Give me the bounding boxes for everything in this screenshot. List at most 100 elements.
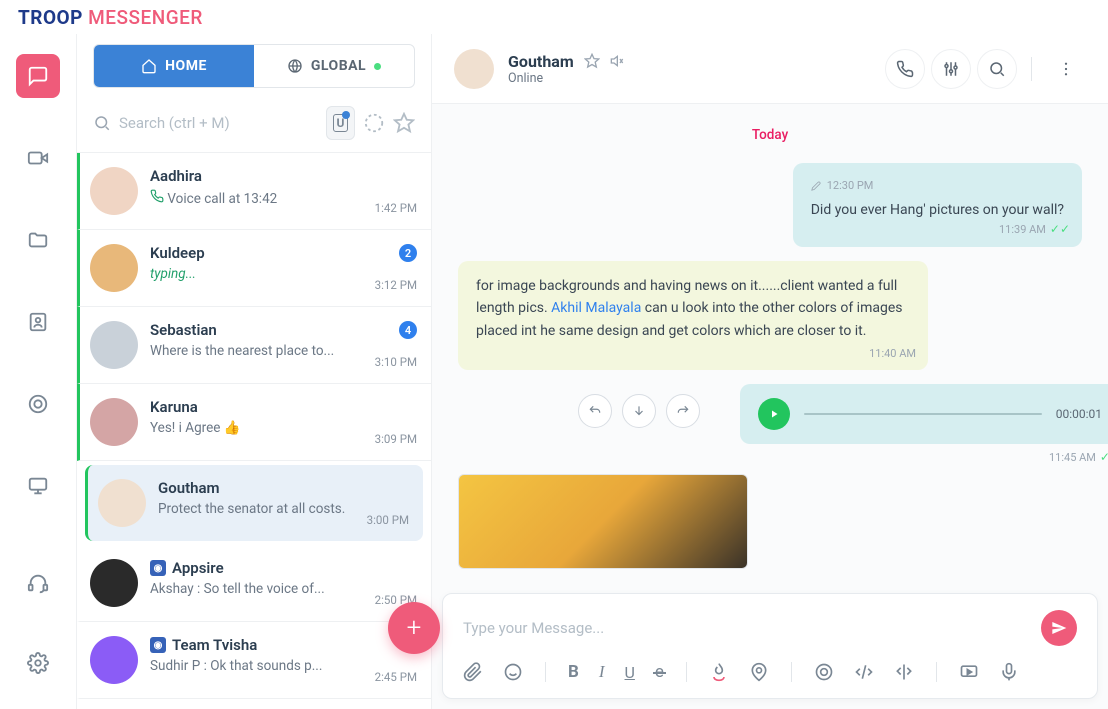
message-composer: B I U e xyxy=(442,593,1098,699)
edit-icon xyxy=(811,181,821,191)
forward-button[interactable] xyxy=(666,394,700,428)
online-dot-icon xyxy=(374,63,381,70)
date-separator: Today xyxy=(458,124,1082,143)
rail-contacts-icon[interactable] xyxy=(16,300,60,344)
underline-icon[interactable]: U xyxy=(625,663,635,682)
avatar xyxy=(90,167,138,215)
rail-chat-icon[interactable] xyxy=(16,54,60,98)
separator xyxy=(791,662,792,682)
more-button[interactable] xyxy=(1046,49,1086,89)
italic-icon[interactable]: I xyxy=(599,662,605,682)
avatar xyxy=(90,244,138,292)
conversation-header: Goutham Online xyxy=(432,34,1108,104)
star-filter-icon[interactable] xyxy=(393,112,415,134)
chat-name: Aadhira xyxy=(150,167,417,185)
scroll-down-button[interactable] xyxy=(622,394,656,428)
chat-sidebar: HOME GLOBAL U xyxy=(77,34,432,709)
unread-badge: 4 xyxy=(399,321,417,339)
avatar xyxy=(90,559,138,607)
notification-dot-icon xyxy=(342,111,350,119)
unread-filter-button[interactable]: U xyxy=(326,106,355,140)
chat-name: ◉Appsire xyxy=(150,559,417,577)
message-time: 11:39 AM xyxy=(999,221,1046,239)
message-input[interactable] xyxy=(463,619,1029,637)
play-button[interactable] xyxy=(758,398,790,430)
composer-toolbar: B I U e xyxy=(463,662,1077,682)
mute-icon[interactable] xyxy=(610,53,626,69)
chat-time: 3:12 PM xyxy=(375,278,417,292)
image-attachment[interactable] xyxy=(458,474,748,569)
tab-global-label: GLOBAL xyxy=(311,58,366,74)
rail-folder-icon[interactable] xyxy=(16,218,60,262)
chat-time: 3:00 PM xyxy=(367,513,409,527)
chat-name: Goutham xyxy=(158,479,409,497)
search-chat-button[interactable] xyxy=(977,49,1017,89)
strike-icon[interactable]: e xyxy=(655,662,664,682)
message-nav-arrows xyxy=(578,394,700,428)
unread-badge: 2 xyxy=(399,244,417,262)
message-sent[interactable]: 12:30 PM Did you ever Hang' pictures on … xyxy=(793,163,1082,247)
divider xyxy=(1031,57,1032,81)
chat-item[interactable]: ◉Team TvishaSudhir P : Ok that sounds p.… xyxy=(77,622,431,699)
read-checks-icon: ✓✓ xyxy=(1100,450,1108,464)
logo-bar: TROOP MESSENGER xyxy=(0,0,1108,34)
code-icon[interactable] xyxy=(854,662,874,682)
rail-monitor-icon[interactable] xyxy=(16,464,60,508)
search-row: U xyxy=(77,98,431,153)
forkout-icon[interactable] xyxy=(894,662,914,682)
message-received[interactable]: for image backgrounds and having news on… xyxy=(458,261,928,370)
separator xyxy=(545,662,546,682)
emoji-icon[interactable] xyxy=(503,662,523,682)
chat-time: 2:45 PM xyxy=(375,670,417,684)
send-button[interactable] xyxy=(1041,610,1077,646)
chat-time: 3:10 PM xyxy=(375,355,417,369)
message-text: Did you ever Hang' pictures on your wall… xyxy=(811,202,1064,218)
reply-back-button[interactable] xyxy=(578,394,612,428)
group-icon: ◉ xyxy=(150,560,166,576)
chat-list[interactable]: Aadhira Voice call at 13:421:42 PMKuldee… xyxy=(77,153,431,709)
tab-home[interactable]: HOME xyxy=(94,45,254,87)
edit-time: 12:30 PM xyxy=(827,177,874,195)
rail-video-icon[interactable] xyxy=(16,136,60,180)
chat-item[interactable]: ◉AppsireAkshay : So tell the voice of...… xyxy=(77,545,431,622)
burnout-icon[interactable] xyxy=(709,662,729,682)
mention-link[interactable]: Akhil Malayala xyxy=(551,300,641,316)
chat-time: 1:42 PM xyxy=(375,201,417,215)
search-input[interactable] xyxy=(119,114,318,132)
mic-icon[interactable] xyxy=(999,662,1019,682)
logo-part1: TROOP xyxy=(18,6,83,29)
message-time: 11:40 AM xyxy=(869,345,916,363)
home-icon xyxy=(141,58,157,74)
separator xyxy=(936,662,937,682)
call-button[interactable] xyxy=(885,49,925,89)
screenshare-icon[interactable] xyxy=(959,662,979,682)
filter-circle-icon[interactable] xyxy=(363,112,385,134)
location-icon[interactable] xyxy=(749,662,769,682)
message-time: 11:45 AM xyxy=(1049,451,1096,464)
header-status: Online xyxy=(508,71,626,86)
voice-message[interactable]: 00:00:01 xyxy=(740,384,1108,444)
rail-circle-icon[interactable] xyxy=(16,382,60,426)
chat-item[interactable]: GouthamProtect the senator at all costs.… xyxy=(85,465,423,541)
star-icon[interactable] xyxy=(584,53,600,69)
avatar xyxy=(90,321,138,369)
settings-button[interactable] xyxy=(931,49,971,89)
chat-item[interactable]: KarunaYes! i Agree 👍3:09 PM xyxy=(77,384,431,461)
record-icon[interactable] xyxy=(814,662,834,682)
nav-rail xyxy=(0,34,77,709)
chat-item[interactable]: SebastianWhere is the nearest place to..… xyxy=(77,307,431,384)
attach-icon[interactable] xyxy=(463,662,483,682)
rail-headset-icon[interactable] xyxy=(16,561,60,605)
chat-item[interactable]: Kuldeeptyping...3:12 PM2 xyxy=(77,230,431,307)
tab-home-label: HOME xyxy=(165,58,207,74)
new-chat-fab[interactable]: + xyxy=(388,602,440,654)
avatar xyxy=(90,398,138,446)
logo-part2: MESSENGER xyxy=(88,6,203,29)
tab-global[interactable]: GLOBAL xyxy=(254,45,414,87)
chat-item[interactable]: Aadhira Voice call at 13:421:42 PM xyxy=(77,153,431,230)
header-avatar[interactable] xyxy=(454,49,494,89)
rail-settings-icon[interactable] xyxy=(16,641,60,685)
bold-icon[interactable]: B xyxy=(568,662,579,682)
chat-name: Sebastian xyxy=(150,321,417,339)
waveform[interactable] xyxy=(804,413,1042,415)
